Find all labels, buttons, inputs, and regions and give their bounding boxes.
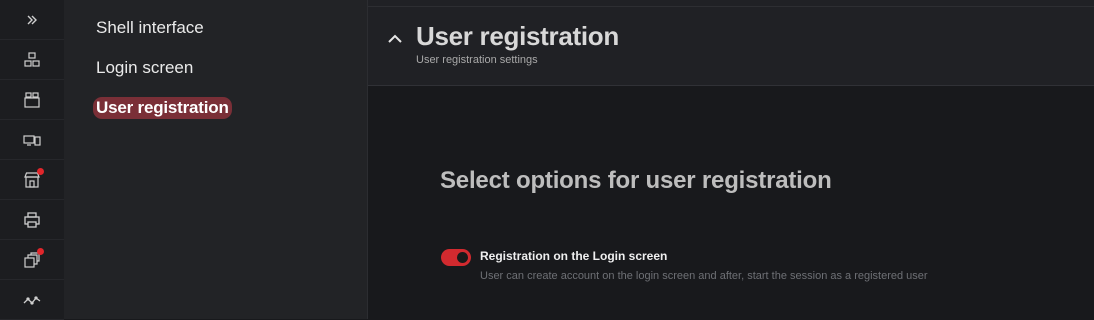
nav-item-user-registration[interactable]: User registration: [93, 97, 232, 119]
double-chevron-right-icon: [27, 15, 37, 24]
rail-item-devices[interactable]: [0, 120, 64, 160]
printer-icon: [24, 211, 40, 228]
main-content: User registration User registration sett…: [368, 0, 1094, 319]
options-heading: Select options for user registration: [440, 167, 832, 194]
section-title: User registration: [416, 21, 619, 51]
settings-nav: Shell interface Login screen User regist…: [64, 0, 368, 319]
nav-item-login-screen[interactable]: Login screen: [96, 58, 193, 78]
devices-icon: [23, 134, 41, 146]
rail-item-printer[interactable]: [0, 200, 64, 240]
section-subtitle: User registration settings: [416, 54, 538, 66]
option-label: Registration on the Login screen: [480, 249, 668, 263]
apps-icon: [24, 91, 40, 108]
notification-badge: [37, 248, 44, 255]
rail-item-windows[interactable]: [0, 240, 64, 280]
section-header[interactable]: User registration User registration sett…: [368, 7, 1094, 86]
chevron-up-icon[interactable]: [386, 30, 404, 48]
nav-item-shell-interface[interactable]: Shell interface: [96, 18, 204, 38]
registration-toggle[interactable]: [441, 249, 471, 266]
notification-badge: [37, 168, 44, 175]
chart-line-icon: [23, 295, 41, 305]
rail-item-store[interactable]: [0, 160, 64, 200]
toggle-knob: [457, 252, 468, 263]
expand-rail-button[interactable]: [0, 0, 64, 40]
rail-item-modules[interactable]: [0, 40, 64, 80]
icon-rail: [0, 0, 65, 320]
previous-section-edge: [368, 0, 1094, 7]
modules-icon: [24, 51, 40, 67]
rail-item-apps[interactable]: [0, 80, 64, 120]
rail-item-analytics[interactable]: [0, 280, 64, 320]
option-description: User can create account on the login scr…: [480, 270, 928, 282]
